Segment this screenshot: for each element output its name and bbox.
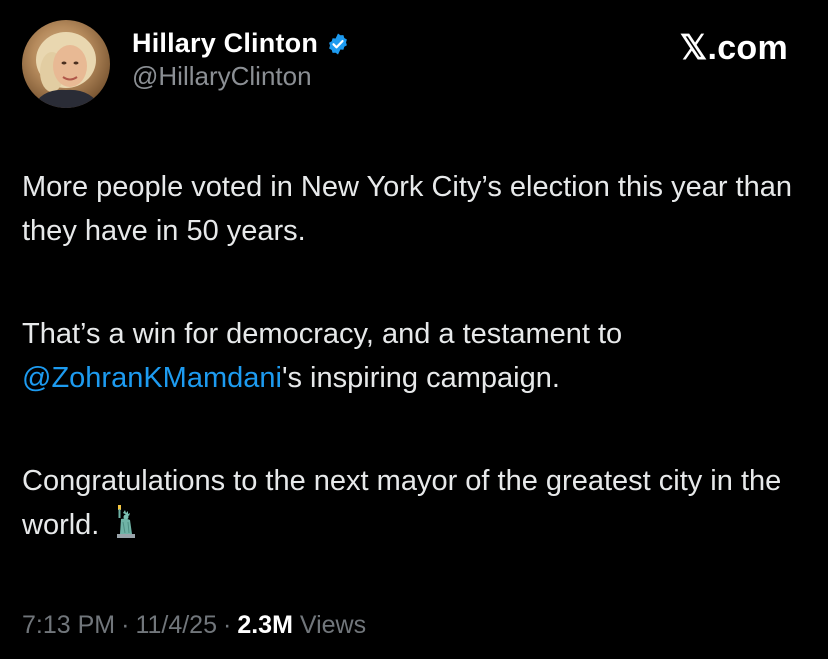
post-header: Hillary Clinton @HillaryClinton [22,20,350,108]
author-display-name[interactable]: Hillary Clinton [132,28,318,59]
post-paragraph-1: More people voted in New York City’s ele… [22,171,793,247]
avatar-portrait-icon [32,32,102,108]
meta-separator: · [121,611,130,639]
mention-link[interactable]: @ZohranKMamdani [22,362,282,394]
statue-of-liberty-icon [111,504,137,538]
post-paragraph-3: Congratulations to the next mayor of the… [22,459,802,547]
meta-separator: · [223,611,232,639]
views-count: 2.3M [237,611,293,639]
avatar[interactable] [22,20,110,108]
post-time[interactable]: 7:13 PM [22,611,115,639]
paragraph-2-tail: 's inspiring campaign. [281,362,560,394]
post-text: More people voted in New York City’s ele… [22,165,802,547]
post-meta: 7:13 PM · 11/4/25 · 2.3M Views [22,611,366,640]
author-name-row: Hillary Clinton [132,28,350,59]
post-date[interactable]: 11/4/25 [135,611,217,639]
author-handle[interactable]: @HillaryClinton [132,61,350,92]
author-identity: Hillary Clinton @HillaryClinton [132,28,350,92]
paragraph-2-lead: That’s a win for democracy, and a testam… [22,318,623,350]
verified-badge-icon [326,32,350,56]
brand-watermark: 𝕏.com [679,29,788,67]
post-card: Hillary Clinton @HillaryClinton 𝕏.com Mo… [0,0,828,659]
views-label: Views [299,611,367,639]
post-paragraph-2: That’s a win for democracy, and a testam… [22,312,802,400]
